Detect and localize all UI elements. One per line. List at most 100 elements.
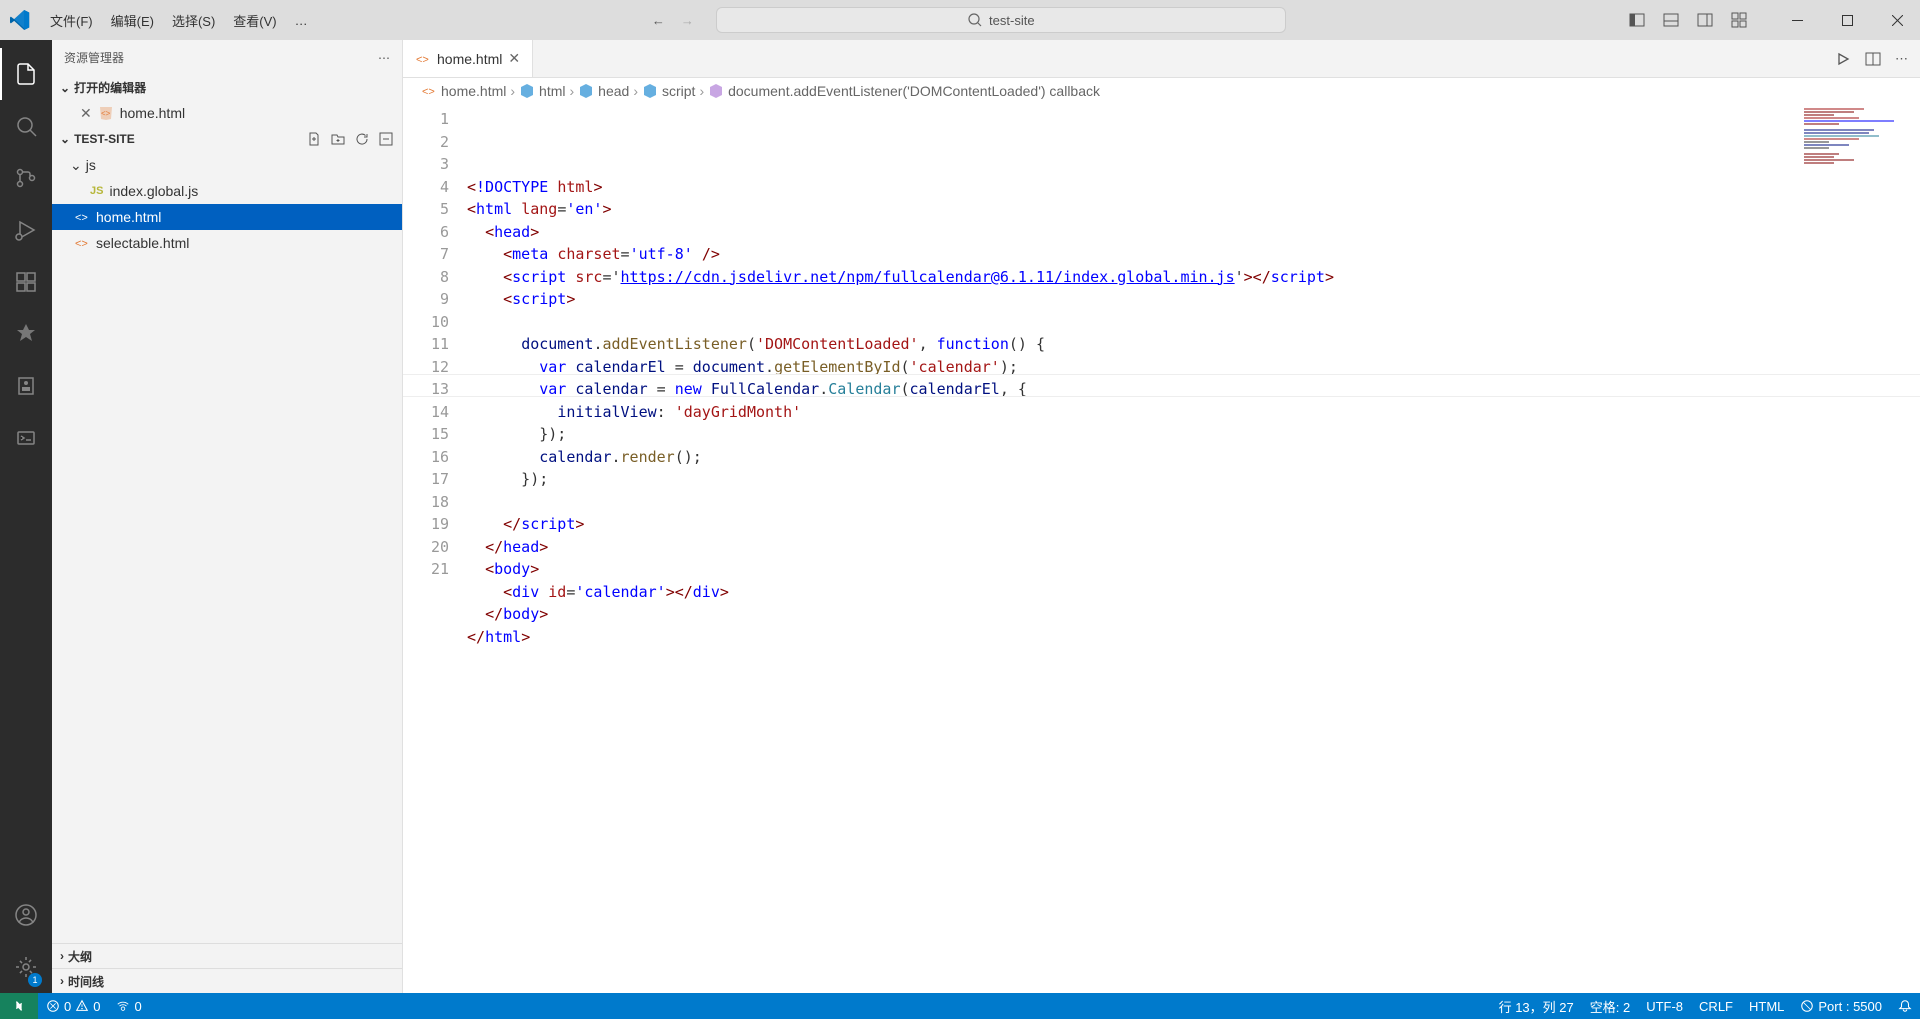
refresh-icon[interactable] — [354, 131, 370, 147]
activity-ext-2[interactable] — [0, 360, 52, 412]
html-file-icon: <> — [98, 105, 114, 121]
minimap[interactable] — [1804, 108, 1904, 228]
activity-account[interactable] — [0, 889, 52, 941]
menu-bar: 文件(F) 编辑(E) 选择(S) 查看(V) … — [0, 7, 316, 34]
symbol-icon — [578, 83, 594, 99]
activity-ext-3[interactable] — [0, 412, 52, 464]
sidebar-more-icon[interactable]: ⋯ — [378, 51, 390, 65]
activity-search[interactable] — [0, 100, 52, 152]
file-item-selectable[interactable]: <> selectable.html — [52, 230, 402, 256]
chevron-right-icon: › — [510, 83, 515, 99]
window-close[interactable] — [1874, 0, 1920, 40]
problems-indicator[interactable]: 0 0 — [38, 993, 108, 1019]
timeline-header[interactable]: › 时间线 — [52, 968, 402, 993]
remote-indicator[interactable] — [0, 993, 38, 1019]
title-bar: 文件(F) 编辑(E) 选择(S) 查看(V) … ← → test-site — [0, 0, 1920, 40]
open-editors-header[interactable]: ⌄ 打开的编辑器 — [52, 75, 402, 100]
activity-run-debug[interactable] — [0, 204, 52, 256]
language-mode[interactable]: HTML — [1741, 993, 1792, 1019]
breadcrumb-item[interactable]: home.html — [441, 83, 506, 99]
new-folder-icon[interactable] — [330, 131, 346, 147]
activity-bar: 1 — [0, 40, 52, 993]
tabs-bar: <> home.html ✕ ⋯ — [403, 40, 1920, 78]
more-icon[interactable]: ⋯ — [1895, 51, 1908, 67]
sidebar-header: 资源管理器 ⋯ — [52, 40, 402, 75]
collapse-icon[interactable] — [378, 131, 394, 147]
svg-text:<>: <> — [416, 54, 429, 66]
symbol-icon — [642, 83, 658, 99]
close-icon[interactable]: ✕ — [80, 105, 92, 122]
tab-home-html[interactable]: <> home.html ✕ — [403, 40, 533, 77]
project-header[interactable]: ⌄ TEST-SITE — [52, 126, 402, 152]
chevron-right-icon: › — [60, 949, 64, 963]
folder-item[interactable]: ⌄ js — [52, 152, 402, 178]
breadcrumbs[interactable]: <> home.html › html › head › script › do… — [403, 78, 1920, 104]
vscode-logo-icon — [10, 10, 30, 30]
svg-text:<>: <> — [75, 238, 88, 250]
code-content[interactable]: <!DOCTYPE html><html lang='en'> <head> <… — [467, 104, 1920, 993]
search-text: test-site — [989, 13, 1035, 28]
html-file-icon: <> — [421, 83, 437, 99]
file-item-js[interactable]: JS index.global.js — [52, 178, 402, 204]
toggle-panel-icon[interactable] — [1656, 5, 1686, 35]
tab-label: home.html — [437, 51, 502, 67]
activity-explorer[interactable] — [0, 48, 52, 100]
html-file-icon: <> — [74, 209, 90, 225]
window-maximize[interactable] — [1824, 0, 1870, 40]
chevron-down-icon: ⌄ — [60, 81, 70, 95]
html-file-icon: <> — [74, 235, 90, 251]
symbol-icon — [519, 83, 535, 99]
activity-extensions[interactable] — [0, 256, 52, 308]
editor-area: <> home.html ✕ ⋯ <> home.html › html › h… — [403, 40, 1920, 993]
new-file-icon[interactable] — [306, 131, 322, 147]
chevron-right-icon: › — [699, 83, 704, 99]
chevron-down-icon: ⌄ — [60, 132, 70, 146]
file-label: selectable.html — [96, 235, 189, 251]
folder-label: js — [86, 157, 96, 173]
menu-edit[interactable]: 编辑(E) — [103, 7, 162, 34]
notifications-icon[interactable] — [1890, 993, 1920, 1019]
breadcrumb-item[interactable]: html — [539, 83, 565, 99]
ports-indicator[interactable]: 0 — [108, 993, 149, 1019]
menu-file[interactable]: 文件(F) — [42, 7, 101, 34]
svg-text:<>: <> — [422, 86, 435, 98]
menu-select[interactable]: 选择(S) — [164, 7, 223, 34]
open-editor-item[interactable]: ✕ <> home.html — [52, 100, 402, 126]
run-icon[interactable] — [1835, 51, 1851, 67]
encoding[interactable]: UTF-8 — [1638, 993, 1691, 1019]
customize-layout-icon[interactable] — [1724, 5, 1754, 35]
menu-view[interactable]: 查看(V) — [225, 7, 284, 34]
split-editor-icon[interactable] — [1865, 51, 1881, 67]
breadcrumb-item[interactable]: head — [598, 83, 629, 99]
indentation[interactable]: 空格: 2 — [1582, 993, 1638, 1019]
activity-source-control[interactable] — [0, 152, 52, 204]
sidebar-title: 资源管理器 — [64, 49, 124, 66]
breadcrumb-item[interactable]: document.addEventListener('DOMContentLoa… — [728, 83, 1100, 99]
window-minimize[interactable] — [1774, 0, 1820, 40]
chevron-down-icon: ⌄ — [70, 157, 82, 174]
file-item-home[interactable]: <> home.html — [52, 204, 402, 230]
nav-forward-icon[interactable]: → — [681, 13, 694, 28]
code-editor[interactable]: 123456789101112131415161718192021 <!DOCT… — [403, 104, 1920, 993]
nav-back-icon[interactable]: ← — [652, 13, 665, 28]
svg-text:<>: <> — [101, 109, 111, 118]
activity-settings[interactable]: 1 — [0, 941, 52, 993]
cursor-position[interactable]: 行 13，列 27 — [1491, 993, 1582, 1019]
chevron-right-icon: › — [569, 83, 574, 99]
command-center[interactable]: test-site — [716, 7, 1286, 33]
activity-ext-1[interactable] — [0, 308, 52, 360]
toggle-primary-sidebar-icon[interactable] — [1622, 5, 1652, 35]
toggle-secondary-sidebar-icon[interactable] — [1690, 5, 1720, 35]
close-icon[interactable]: ✕ — [508, 50, 520, 67]
outline-header[interactable]: › 大纲 — [52, 943, 402, 968]
file-label: home.html — [96, 209, 161, 225]
svg-text:<>: <> — [75, 212, 88, 224]
live-server[interactable]: Port : 5500 — [1792, 993, 1890, 1019]
eol[interactable]: CRLF — [1691, 993, 1741, 1019]
js-file-icon: JS — [90, 185, 103, 197]
html-file-icon: <> — [415, 51, 431, 67]
status-bar: 0 0 0 行 13，列 27 空格: 2 UTF-8 CRLF HTML Po… — [0, 993, 1920, 1019]
menu-more[interactable]: … — [287, 9, 316, 32]
search-icon — [967, 12, 983, 28]
breadcrumb-item[interactable]: script — [662, 83, 695, 99]
